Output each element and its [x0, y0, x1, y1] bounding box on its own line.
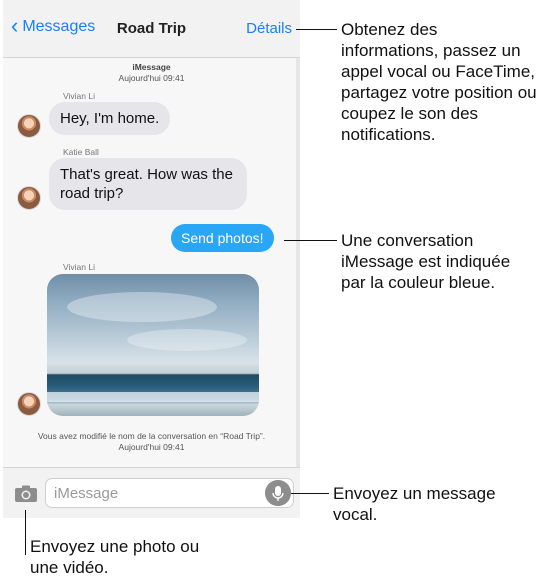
sender-name: Vivian Li: [63, 262, 95, 272]
callout-voice: Envoyez un message vocal.: [333, 484, 496, 524]
message-bubble-incoming[interactable]: Hey, I'm home.: [49, 102, 171, 135]
callout-imessage: Une conversation iMessage est indiquée p…: [341, 231, 511, 292]
callout-line-voice: [291, 493, 329, 494]
sender-name: Katie Ball: [63, 147, 99, 157]
timestamp: Aujourd'hui 09:41: [118, 73, 185, 83]
callout-photo: Envoyez une photo ou une vidéo.: [30, 537, 200, 577]
avatar[interactable]: [17, 114, 41, 138]
rename-notice-text: Vous avez modifié le nom de la conversat…: [37, 431, 266, 441]
callout-details: Obtenez des informations, passez un appe…: [341, 20, 537, 144]
service-label: iMessage: [132, 62, 171, 72]
navigation-bar: ‹ Messages Road Trip Détails: [3, 0, 300, 58]
sender-name: Vivian Li: [63, 91, 95, 101]
callout-line-details: [296, 29, 337, 30]
camera-icon[interactable]: [14, 485, 38, 503]
message-input[interactable]: iMessage: [45, 478, 294, 508]
phone-screen: ‹ Messages Road Trip Détails iMessage Au…: [3, 0, 300, 518]
avatar[interactable]: [17, 186, 41, 210]
cloud: [67, 292, 217, 322]
message-bubble-incoming[interactable]: That's great. How was the road trip?: [49, 158, 247, 210]
thread-header: iMessage Aujourd'hui 09:41: [3, 62, 300, 84]
callout-line-photo: [25, 510, 26, 555]
timestamp: Aujourd'hui 09:41: [118, 442, 185, 452]
photo-message[interactable]: [47, 274, 259, 416]
input-bar: iMessage: [3, 467, 300, 518]
cloud: [127, 329, 247, 351]
wave-foam: [47, 392, 259, 402]
rename-notice: Vous avez modifié le nom de la conversat…: [3, 431, 300, 453]
microphone-icon[interactable]: [265, 480, 291, 506]
message-bubble-outgoing[interactable]: Send photos!: [171, 224, 274, 252]
details-button[interactable]: Détails: [246, 20, 292, 37]
callout-line-imessage: [284, 240, 337, 241]
avatar[interactable]: [17, 392, 41, 416]
